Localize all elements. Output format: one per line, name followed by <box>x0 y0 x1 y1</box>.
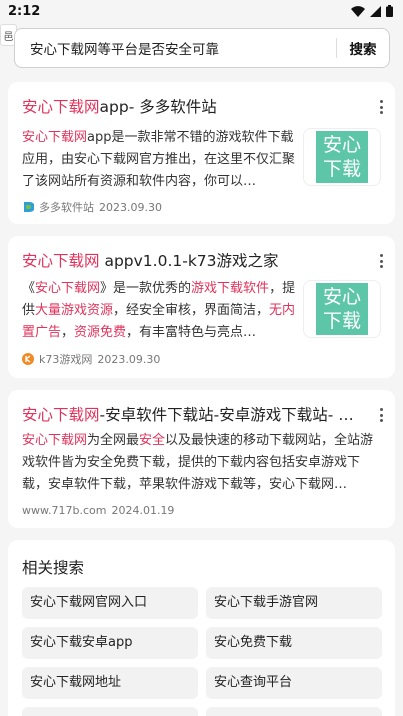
result-title[interactable]: 安心下载网-安卓软件下载站-安卓游戏下载站- 游… <box>22 404 365 426</box>
battery-icon <box>386 5 393 17</box>
result-snippet: 安心下载网app是一款非常不错的游戏软件下载应用，由安心下载网官方推出，在这里不… <box>22 127 300 193</box>
thumbnail-text: 安心下载 <box>316 283 368 335</box>
result-card[interactable]: 安心下载网 appv1.0.1-k73游戏之家 《安心下载网》是一款优秀的游戏下… <box>8 236 395 378</box>
related-searches: 相关搜索 安心下载网官网入口 安心下载手游官网 安心下载安卓app 安心免费下载… <box>8 540 395 716</box>
related-chip[interactable]: 安心下载网官网入口 <box>22 587 198 619</box>
result-source: k73游戏网 2023.09.30 <box>22 351 160 367</box>
status-time: 2:12 <box>8 3 41 19</box>
result-title-highlight: 安心下载网 <box>22 406 100 424</box>
result-source: 多多软件站 2023.09.30 <box>22 199 162 215</box>
related-title: 相关搜索 <box>22 559 85 577</box>
snippet-highlight: 安心下载网 <box>22 130 88 145</box>
snippet-highlight: 资源免费 <box>74 325 127 340</box>
source-name: 多多软件站 <box>39 201 94 214</box>
result-thumbnail[interactable]: 安心下载 <box>303 280 381 338</box>
thumbnail-text: 安心下载 <box>316 131 368 183</box>
status-icons <box>351 5 393 17</box>
more-options-icon[interactable] <box>379 408 383 422</box>
duoduo-logo-icon <box>24 202 34 212</box>
search-bar: ⾢ 安心下载网等平台是否安全可靠 搜索 <box>0 22 403 72</box>
snippet-text: ，有丰富特色与亮点… <box>126 325 257 340</box>
result-source: www.717b.com 2024.01.19 <box>22 504 174 517</box>
result-thumbnail[interactable]: 安心下载 <box>303 128 381 186</box>
result-snippet: 安心下载网为全网最安全以及最快速的移动下载网站，全站游戏软件皆为安全免费下载，提… <box>22 430 380 496</box>
search-input[interactable]: 安心下载网等平台是否安全可靠 <box>15 38 336 58</box>
snippet-highlight: 大量游戏资源 <box>35 303 114 318</box>
snippet-text: 为全网最 <box>87 433 140 448</box>
source-date: 2023.09.30 <box>99 200 162 214</box>
signal-icon <box>370 5 381 17</box>
result-snippet: 《安心下载网》是一款优秀的游戏下载软件，提供大量游戏资源，经安全审核，界面简洁，… <box>22 278 300 344</box>
result-title-highlight: 安心下载网 <box>22 98 100 116</box>
more-options-icon[interactable] <box>379 254 383 268</box>
result-title-rest: -安卓软件下载站-安卓游戏下载站- 游… <box>99 406 365 424</box>
related-chip[interactable]: 安心查询平台 <box>206 667 382 699</box>
snippet-highlight: 游戏下载软件 <box>191 281 270 296</box>
result-title[interactable]: 安心下载网app- 多多软件站 <box>22 96 365 118</box>
more-options-icon[interactable] <box>379 100 383 114</box>
snippet-text: 《 <box>22 281 36 296</box>
source-name: k73游戏网 <box>39 353 93 366</box>
related-chip[interactable]: 安心下载安卓app <box>22 627 198 659</box>
related-chip[interactable]: 安心免费下载 <box>206 627 382 659</box>
snippet-highlight: 安全 <box>139 433 166 448</box>
source-date: 2023.09.30 <box>97 352 161 366</box>
source-name: www.717b.com <box>22 504 107 517</box>
snippet-text: ， <box>61 325 75 340</box>
result-title-highlight: 安心下载网 <box>22 252 100 270</box>
result-title-rest: app- 多多软件站 <box>99 98 217 116</box>
source-date: 2024.01.19 <box>111 504 175 517</box>
result-card[interactable]: 安心下载网app- 多多软件站 安心下载网app是一款非常不错的游戏软件下载应用… <box>8 82 395 224</box>
related-chip[interactable]: 安心下载网地址 <box>22 667 198 699</box>
snippet-text: ，经安全审核，界面简洁， <box>113 303 270 318</box>
related-chip[interactable] <box>22 707 198 716</box>
search-button[interactable]: 搜索 <box>337 38 389 58</box>
search-box[interactable]: 安心下载网等平台是否安全可靠 搜索 <box>14 28 390 68</box>
snippet-text: 》是一款优秀的 <box>100 281 192 296</box>
k73-logo-icon <box>22 353 34 365</box>
result-title-rest: appv1.0.1-k73游戏之家 <box>99 252 279 270</box>
status-bar: 2:12 <box>0 0 403 22</box>
wifi-icon <box>351 5 365 17</box>
related-chip[interactable]: 安心下载手游官网 <box>206 587 382 619</box>
snippet-highlight: 安心下载网 <box>22 433 88 448</box>
related-chip[interactable] <box>206 707 382 716</box>
result-title[interactable]: 安心下载网 appv1.0.1-k73游戏之家 <box>22 250 365 272</box>
snippet-highlight: 安心下载网 <box>35 281 101 296</box>
result-card[interactable]: 安心下载网-安卓软件下载站-安卓游戏下载站- 游… 安心下载网为全网最安全以及最… <box>8 390 395 528</box>
